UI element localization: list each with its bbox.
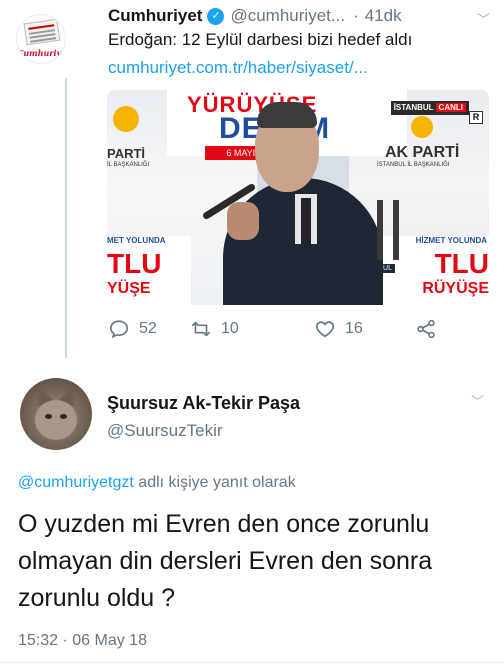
divider [0, 662, 504, 663]
lower-right-line-1: HİZMET YOLUNDA [415, 236, 487, 245]
chevron-down-icon[interactable]: ﹀ [471, 391, 484, 410]
cumhuriyet-avatar[interactable]: Cumhuriyet [16, 14, 66, 64]
tweet-body: O yuzden mi Evren den once zorunlu olmay… [18, 510, 433, 612]
tweet-actions-bar: 52 10 16 [108, 318, 478, 348]
like-button[interactable]: 16 [314, 318, 363, 340]
lower-left-line-1: MET YOLUNDA [107, 236, 166, 245]
replying-text: adlı kişiye yanıt olarak [133, 474, 296, 491]
speaker-hair [257, 102, 317, 128]
party-bulb-logo [113, 106, 139, 132]
quoted-tweet-link[interactable]: cumhuriyet.com.tr/haber/siyaset/... [108, 58, 368, 78]
cat-eye [60, 414, 67, 419]
party-right-label: AK PARTİ [385, 144, 460, 161]
like-count: 16 [345, 320, 363, 337]
chevron-down-icon[interactable]: ﹀ [477, 9, 490, 28]
live-broadcast-badge: İSTANBUL CANLI [390, 101, 469, 115]
party-right-sub: İSTANBUL İL BAŞKANLIĞI [377, 162, 450, 168]
thread-connector-line [65, 78, 67, 358]
replying-to-line: @cumhuriyetgzt adlı kişiye yanıt olarak [18, 474, 296, 492]
quoted-tweet-header: Cumhuriyet ✓ @cumhuriyet... · 41dk [108, 4, 490, 28]
tweet-timestamp[interactable]: 15:32 · 06 May 18 [18, 632, 147, 650]
reply-icon [109, 320, 129, 339]
cat-eye [45, 414, 52, 419]
share-button[interactable] [415, 318, 446, 340]
live-channel: İSTANBUL [393, 103, 434, 112]
quoted-tweet-text: Erdoğan: 12 Eylül darbesi bizi hedef ald… [108, 30, 413, 49]
quoted-author-name[interactable]: Cumhuriyet [108, 6, 202, 26]
speaker-tie [301, 198, 311, 248]
tweet-media-image[interactable]: YÜRÜYÜŞE DEVAM 6 MAYIS 2018 PARTİ İL BAŞ… [107, 90, 489, 305]
party-left-label: PARTİ [107, 146, 146, 161]
author-name[interactable]: Şuursuz Ak-Tekir Paşa [107, 393, 300, 414]
retweet-button[interactable]: 10 [190, 318, 239, 340]
live-label: CANLI [435, 103, 466, 112]
replying-mention-link[interactable]: @cumhuriyetgzt [18, 474, 134, 491]
quoted-author-handle[interactable]: @cumhuriyet [230, 6, 330, 26]
rating-box: R [469, 111, 483, 124]
podium-microphone [393, 200, 399, 260]
lower-right-line-3: RÜYÜŞE [422, 280, 489, 297]
quoted-tweet-time[interactable]: 41dk [365, 6, 402, 26]
time-separator: · [353, 6, 359, 25]
avatar-brand-text: Cumhuriyet [17, 48, 66, 58]
cat-face [35, 400, 77, 440]
lower-left-line-3: YÜŞE [107, 280, 151, 297]
party-left-sub: İL BAŞKANLIĞI [107, 162, 150, 168]
lower-right-line-2: TLU [434, 248, 489, 279]
reply-button[interactable]: 52 [108, 318, 157, 340]
retweet-count: 10 [221, 320, 239, 337]
author-handle[interactable]: @SuursuzTekir [107, 421, 223, 441]
newspaper-icon [23, 18, 61, 46]
party-bulb-logo [411, 116, 433, 138]
verified-badge-icon: ✓ [207, 7, 225, 25]
speaker-hand [227, 202, 259, 240]
share-icon [417, 319, 435, 339]
heart-icon [315, 321, 335, 338]
retweet-icon [191, 321, 211, 337]
podium-microphone [377, 200, 383, 260]
lower-left-line-2: TLU [107, 248, 162, 279]
handle-ellipsis: ... [330, 6, 346, 25]
cat-avatar[interactable] [20, 378, 92, 450]
reply-count: 52 [139, 320, 157, 337]
